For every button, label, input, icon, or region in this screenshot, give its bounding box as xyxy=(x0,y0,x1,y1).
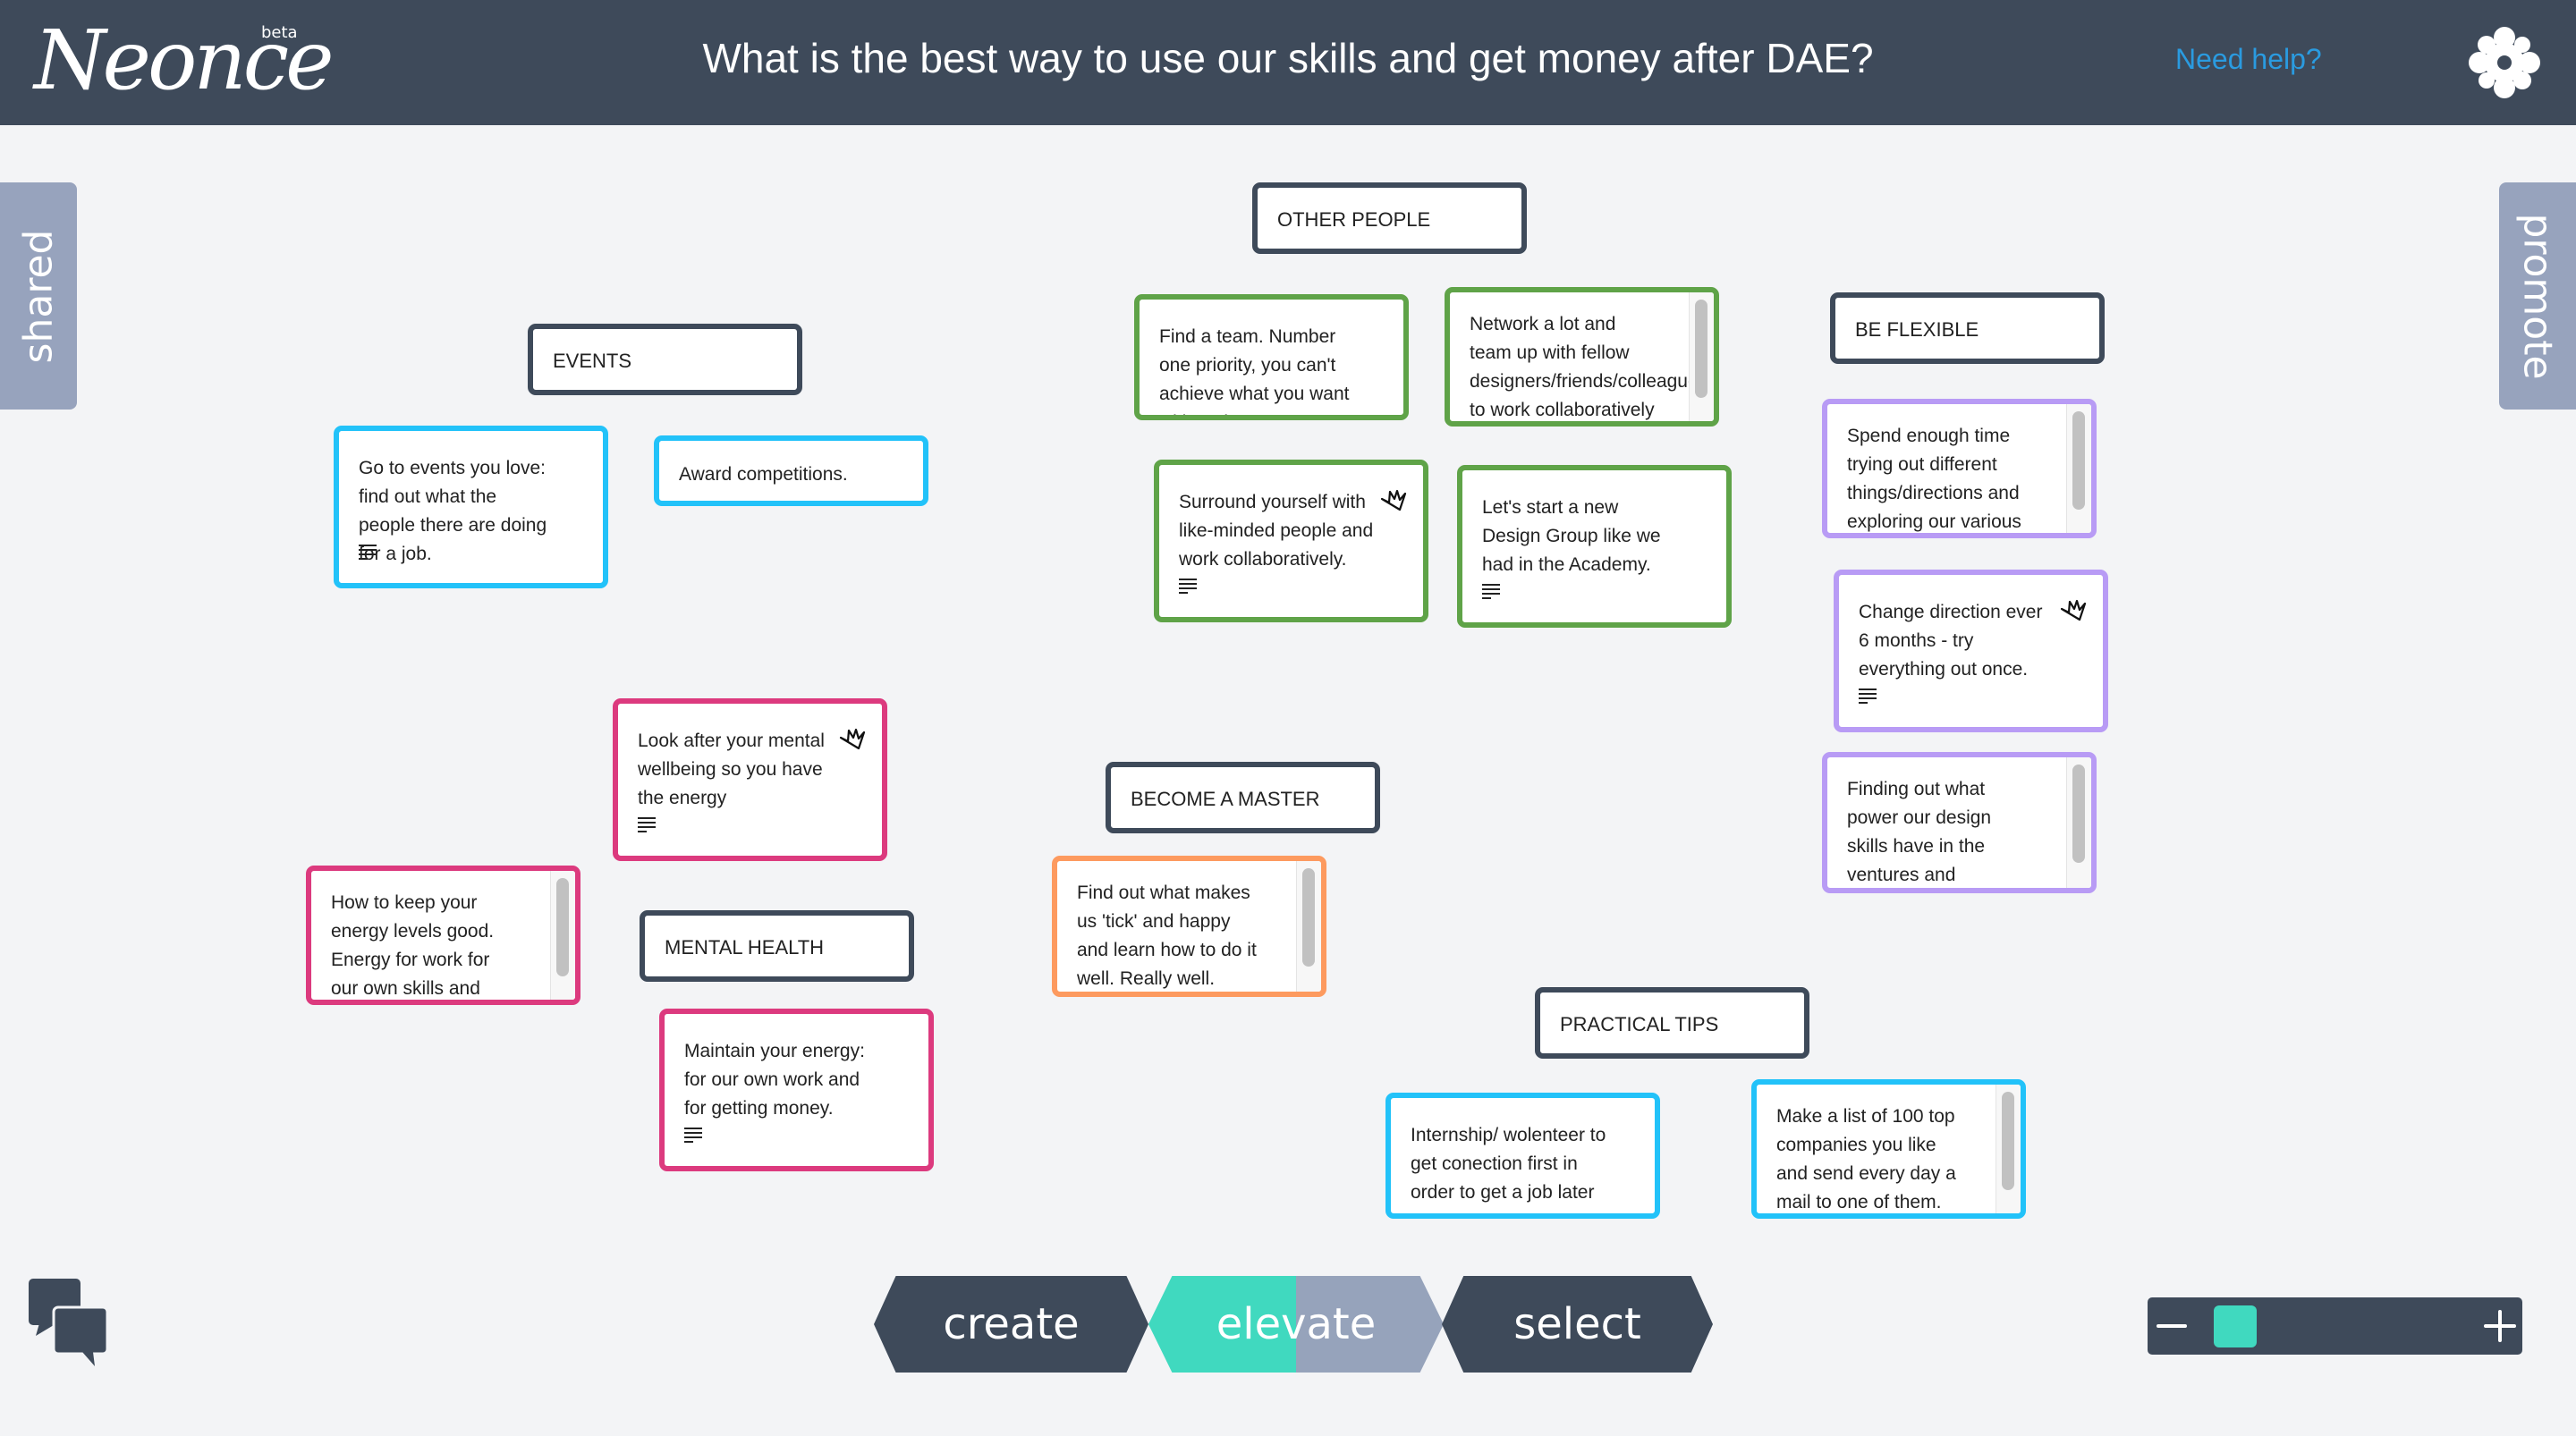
chat-icon[interactable] xyxy=(27,1277,109,1368)
create-label: create xyxy=(943,1299,1080,1349)
idea-text: Spend enough time trying out different t… xyxy=(1847,426,2021,532)
idea-card[interactable]: Find a team. Number one priority, you ca… xyxy=(1134,294,1409,420)
idea-text: Make a list of 100 top companies you lik… xyxy=(1776,1106,1956,1212)
puzzle-gear-icon[interactable] xyxy=(2467,25,2542,100)
scrollbar[interactable] xyxy=(1689,292,1714,421)
plus-icon[interactable] xyxy=(2482,1310,2518,1346)
idea-card[interactable]: Maintain your energy: for our own work a… xyxy=(659,1009,934,1171)
idea-text: Let's start a new Design Group like we h… xyxy=(1482,497,1661,575)
idea-text: Find a team. Number one priority, you ca… xyxy=(1159,326,1350,415)
group-header-master[interactable]: BECOME A MASTER xyxy=(1106,762,1380,833)
idea-text: Finding out what power our design skills… xyxy=(1847,779,1992,885)
idea-card[interactable]: Internship/ wolenteer to get conection f… xyxy=(1385,1093,1660,1219)
idea-text: Go to events you love: find out what the… xyxy=(359,458,547,564)
idea-card[interactable]: Change direction ever 6 months - try eve… xyxy=(1834,570,2108,732)
shared-tab[interactable]: shared xyxy=(0,182,77,410)
idea-card[interactable]: Network a lot and team up with fellow de… xyxy=(1445,287,1719,427)
details-icon[interactable] xyxy=(638,816,656,834)
create-mode-button[interactable]: create xyxy=(874,1276,1148,1373)
idea-card[interactable]: Finding out what power our design skills… xyxy=(1822,752,2097,893)
zoom-slider[interactable] xyxy=(2148,1297,2522,1355)
group-label: BECOME A MASTER xyxy=(1131,788,1320,810)
scrollbar-thumb[interactable] xyxy=(556,878,569,976)
details-icon[interactable] xyxy=(359,544,377,562)
idea-card[interactable]: Surround yourself with like-minded peopl… xyxy=(1154,460,1428,622)
group-header-mental[interactable]: MENTAL HEALTH xyxy=(640,910,914,982)
idea-text: Maintain your energy: for our own work a… xyxy=(684,1041,865,1119)
scrollbar[interactable] xyxy=(550,871,575,1000)
idea-card[interactable]: Find out what makes us 'tick' and happy … xyxy=(1052,856,1326,997)
crown-icon[interactable] xyxy=(839,727,866,750)
group-label: EVENTS xyxy=(553,350,632,372)
idea-text: How to keep your energy levels good. Ene… xyxy=(331,892,495,999)
details-icon[interactable] xyxy=(1179,578,1197,596)
top-bar: Neonce beta What is the best way to use … xyxy=(0,0,2576,125)
zoom-slider-thumb[interactable] xyxy=(2213,1305,2257,1347)
idea-text: Network a lot and team up with fellow de… xyxy=(1470,314,1694,420)
idea-text: Find out what makes us 'tick' and happy … xyxy=(1077,883,1257,989)
crown-icon[interactable] xyxy=(1380,488,1407,511)
details-icon[interactable] xyxy=(1859,688,1877,705)
idea-text: Internship/ wolenteer to get conection f… xyxy=(1411,1125,1606,1213)
promote-tab[interactable]: promote xyxy=(2499,182,2576,410)
idea-text: Award competitions. xyxy=(679,464,848,485)
idea-card[interactable]: Award competitions. xyxy=(654,435,928,506)
idea-card[interactable]: Look after your mental wellbeing so you … xyxy=(613,698,887,861)
elevate-label: elevate xyxy=(1216,1299,1377,1349)
scrollbar[interactable] xyxy=(2066,757,2091,888)
select-label: select xyxy=(1513,1299,1641,1349)
group-header-flex[interactable]: BE FLEXIBLE xyxy=(1830,292,2105,364)
details-icon[interactable] xyxy=(684,1127,702,1145)
group-header-other[interactable]: OTHER PEOPLE xyxy=(1252,182,1527,254)
group-header-events[interactable]: EVENTS xyxy=(528,324,802,395)
shared-tab-label: shared xyxy=(15,229,62,363)
scrollbar-thumb[interactable] xyxy=(1695,300,1707,398)
elevate-mode-button[interactable]: elevate xyxy=(1148,1276,1444,1373)
idea-card[interactable]: Go to events you love: find out what the… xyxy=(334,426,608,588)
crown-icon[interactable] xyxy=(2060,598,2087,621)
idea-card[interactable]: How to keep your energy levels good. Ene… xyxy=(306,866,580,1005)
idea-text: Surround yourself with like-minded peopl… xyxy=(1179,492,1374,570)
idea-text: Look after your mental wellbeing so you … xyxy=(638,731,825,808)
scrollbar-thumb[interactable] xyxy=(2072,411,2085,510)
scrollbar-thumb[interactable] xyxy=(2002,1092,2014,1190)
group-label: MENTAL HEALTH xyxy=(665,936,825,959)
scrollbar[interactable] xyxy=(1296,861,1321,992)
group-label: BE FLEXIBLE xyxy=(1855,318,1979,341)
idea-text: Change direction ever 6 months - try eve… xyxy=(1859,602,2043,680)
scrollbar-thumb[interactable] xyxy=(1302,868,1315,967)
scrollbar[interactable] xyxy=(1996,1085,2021,1213)
scrollbar-thumb[interactable] xyxy=(2072,764,2085,863)
idea-card[interactable]: Let's start a new Design Group like we h… xyxy=(1457,465,1732,628)
details-icon[interactable] xyxy=(1482,583,1500,601)
group-label: PRACTICAL TIPS xyxy=(1560,1013,1719,1035)
need-help-link[interactable]: Need help? xyxy=(2175,43,2322,76)
idea-card[interactable]: Make a list of 100 top companies you lik… xyxy=(1751,1079,2026,1219)
minus-icon[interactable] xyxy=(2155,1308,2190,1344)
group-header-tips[interactable]: PRACTICAL TIPS xyxy=(1535,987,1809,1059)
scrollbar[interactable] xyxy=(2066,404,2091,533)
promote-tab-label: promote xyxy=(2514,212,2561,380)
select-mode-button[interactable]: select xyxy=(1442,1276,1713,1373)
idea-card[interactable]: Spend enough time trying out different t… xyxy=(1822,399,2097,538)
group-label: OTHER PEOPLE xyxy=(1277,208,1431,231)
